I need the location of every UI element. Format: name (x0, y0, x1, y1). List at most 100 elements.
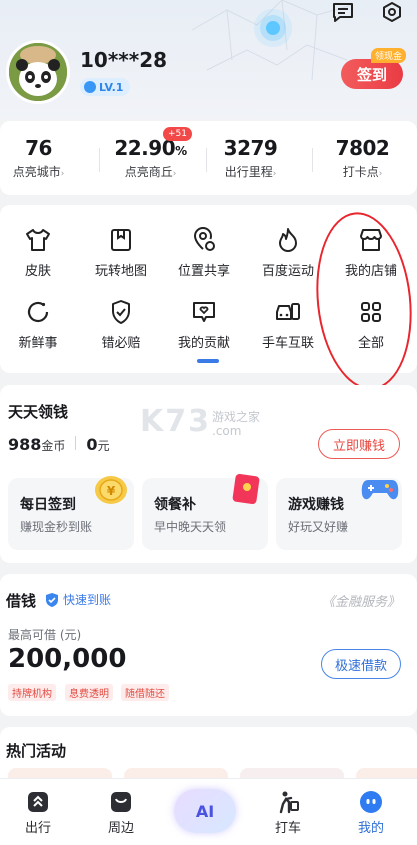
stat-value: 7802 (335, 136, 390, 160)
stat-checkins[interactable]: 7802 打卡点› (315, 136, 410, 180)
nav-taxi[interactable]: 打车 (258, 790, 318, 836)
nav-label: 我的 (357, 821, 384, 836)
earn-balance[interactable]: 988 金币 0 元 (8, 435, 110, 454)
chevron-right-icon: › (378, 169, 383, 179)
nav-label: 打车 (274, 821, 301, 836)
task-sub: 早中晚天天领 (154, 520, 227, 534)
earn-title: 天天领钱 (8, 403, 69, 421)
stat-label: 出行里程 (224, 165, 273, 179)
loan-amount: 200,000 (8, 644, 127, 674)
panda-avatar-icon (9, 43, 67, 101)
page-indicator (197, 359, 219, 363)
stat-value: 3279 (223, 136, 278, 160)
stat-mileage[interactable]: 3279 出行里程› (203, 136, 298, 180)
coins-unit: 金币 (41, 439, 66, 453)
red-envelope-icon (231, 473, 261, 509)
chevron-right-icon: › (172, 169, 177, 179)
profile-icon (341, 790, 401, 814)
shield-check-icon (46, 592, 58, 607)
grid-item-news[interactable]: 新鲜事 (0, 298, 76, 351)
chevron-right-icon: › (60, 169, 65, 179)
heart-chat-icon (166, 298, 242, 326)
task-title: 领餐补 (154, 497, 196, 513)
earn-now-button[interactable]: 立即赚钱 (318, 429, 400, 459)
hot-title: 热门活动 (6, 742, 67, 760)
stat-label: 打卡点 (342, 165, 379, 179)
loan-tag: 随借随还 (121, 684, 169, 701)
grid-item-compensation[interactable]: 错必赔 (83, 298, 159, 351)
stat-unit: % (175, 144, 187, 158)
nearby-icon (91, 790, 151, 814)
limit-label: 最高可借 (元) (8, 628, 82, 642)
cash-value: 0 (86, 435, 98, 454)
task-title: 游戏赚钱 (288, 497, 344, 513)
level-text: LV.1 (99, 80, 124, 94)
coins-value: 988 (8, 435, 42, 454)
grid-item-contribution[interactable]: 我的贡献 (166, 298, 242, 351)
shield-check-icon (83, 298, 159, 326)
nav-nearby[interactable]: 周边 (91, 790, 151, 836)
fast-arrival: 快速到账 (45, 591, 111, 608)
sign-in-tag: 领现金 (371, 48, 407, 63)
nav-label: 出行 (24, 821, 51, 836)
stat-label: 点亮城市 (12, 165, 61, 179)
shirt-icon (0, 226, 76, 254)
watermark-sub: 游戏之家 (212, 410, 261, 424)
grid-label: 手车互联 (261, 336, 314, 351)
level-icon (84, 81, 96, 93)
nav-label: AI (195, 801, 215, 821)
fast-loan-button[interactable]: 极速借款 (321, 649, 401, 679)
username: 10***28 (80, 48, 168, 72)
nav-label: 周边 (107, 821, 134, 836)
grid-item-map[interactable]: 玩转地图 (83, 226, 159, 279)
divider (312, 148, 313, 172)
grid-item-sport[interactable]: 百度运动 (250, 226, 326, 279)
location-share-icon (166, 226, 242, 254)
stat-value: 76 (25, 136, 52, 160)
loan-tag: 持牌机构 (8, 684, 56, 701)
refresh-circle-icon (0, 298, 76, 326)
stat-shangqiu[interactable]: 22.90% 点亮商丘› (103, 136, 198, 180)
gamepad-icon (360, 474, 400, 508)
flame-icon (250, 226, 326, 254)
grid-label: 百度运动 (261, 264, 314, 279)
grid-label: 新鲜事 (18, 336, 58, 351)
task-sub: 赚现金秒到账 (20, 520, 93, 534)
gold-coin-icon: ¥ (92, 473, 130, 511)
grid-label: 错必赔 (101, 336, 141, 351)
increase-badge: +51 (163, 127, 192, 141)
grid-item-location-share[interactable]: 位置共享 (166, 226, 242, 279)
car-phone-icon (250, 298, 326, 326)
grid-item-skin[interactable]: 皮肤 (0, 226, 76, 279)
loan-tag: 息费透明 (65, 684, 113, 701)
cash-unit: 元 (97, 439, 110, 453)
bookmark-icon (83, 226, 159, 254)
chevron-right-icon: › (272, 169, 277, 179)
divider (75, 436, 77, 450)
watermark-domain: .com (212, 424, 242, 438)
task-sub: 好玩又好赚 (288, 520, 349, 534)
grid-item-car-link[interactable]: 手车互联 (250, 298, 326, 351)
task-title: 每日签到 (20, 497, 76, 513)
divider (99, 148, 100, 172)
sign-in-button[interactable]: 签到 (341, 59, 403, 89)
nav-profile[interactable]: 我的 (341, 790, 401, 836)
watermark-text: K73 (140, 404, 211, 439)
stat-label: 点亮商丘 (124, 165, 173, 179)
location-dot (266, 21, 280, 35)
nav-travel[interactable]: 出行 (8, 790, 68, 836)
taxi-icon (258, 790, 318, 814)
avatar[interactable] (6, 40, 70, 104)
loan-title: 借钱 (6, 592, 37, 610)
message-icon[interactable] (329, 0, 357, 26)
level-badge[interactable]: LV.1 (80, 78, 131, 96)
travel-icon (8, 790, 68, 814)
svg-text:¥: ¥ (107, 484, 116, 498)
fast-label: 快速到账 (63, 593, 112, 607)
finance-service-link[interactable]: 《金融服务》 (322, 591, 400, 610)
stat-cities[interactable]: 76 点亮城市› (0, 136, 86, 180)
grid-label: 玩转地图 (94, 264, 147, 279)
nav-ai[interactable]: AI (174, 789, 236, 833)
settings-icon[interactable] (378, 0, 406, 26)
grid-label: 皮肤 (24, 264, 51, 279)
